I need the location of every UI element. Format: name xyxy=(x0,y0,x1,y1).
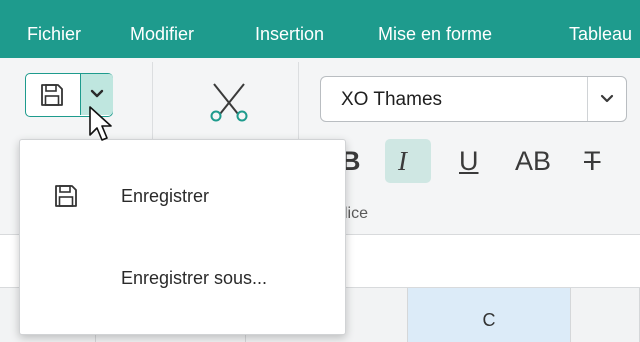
italic-button[interactable]: I xyxy=(398,146,407,177)
font-select-toggle[interactable] xyxy=(587,77,626,121)
menu-item-label: Enregistrer xyxy=(121,186,210,206)
menu-item-enregistrer-sous[interactable]: Enregistrer sous... xyxy=(20,244,345,314)
font-family-value: XO Thames xyxy=(341,89,443,110)
ribbon-section-label: lice xyxy=(344,205,369,222)
font-family-select[interactable]: XO Thames xyxy=(320,76,627,122)
column-label: C xyxy=(482,310,496,330)
column-header-c[interactable]: C xyxy=(408,288,571,342)
chevron-down-icon xyxy=(600,94,614,103)
underline-button[interactable]: U xyxy=(459,146,479,177)
menu-item-label: Enregistrer sous... xyxy=(121,268,268,288)
mouse-cursor-icon xyxy=(89,106,112,141)
menu-modifier[interactable]: Modifier xyxy=(130,24,194,45)
save-dropdown-menu: Enregistrer Enregistrer sous... xyxy=(19,139,346,335)
menu-insertion[interactable]: Insertion xyxy=(255,24,324,45)
save-icon xyxy=(55,185,77,207)
strikethrough-button[interactable]: T xyxy=(584,146,601,177)
menu-item-enregistrer[interactable]: Enregistrer xyxy=(20,162,345,232)
menu-tableau[interactable]: Tableau xyxy=(569,24,632,45)
save-icon xyxy=(41,84,63,106)
menu-fichier[interactable]: Fichier xyxy=(27,24,81,45)
chevron-down-icon xyxy=(90,89,104,98)
caps-button[interactable]: AB xyxy=(515,146,551,177)
menu-bar: Fichier Modifier Insertion Mise en forme… xyxy=(0,0,640,58)
italic-button-bg xyxy=(385,139,431,183)
column-header[interactable] xyxy=(571,288,640,342)
cut-icon[interactable] xyxy=(206,78,252,124)
menu-mise-en-forme[interactable]: Mise en forme xyxy=(378,24,492,45)
